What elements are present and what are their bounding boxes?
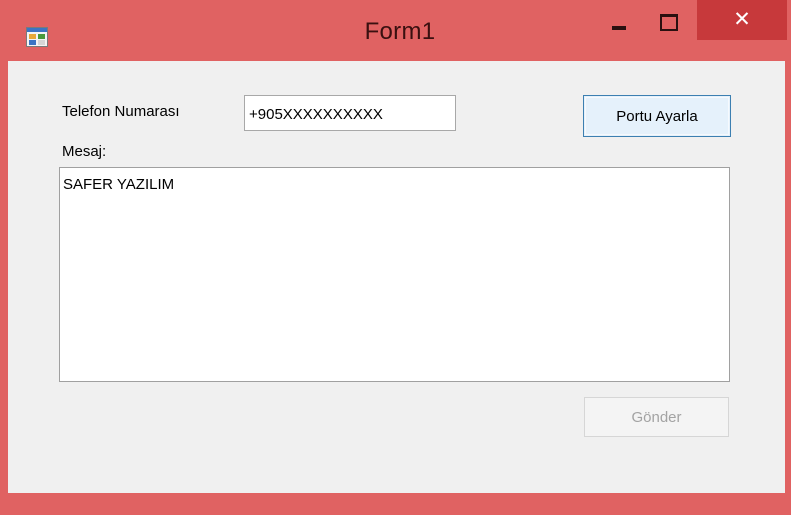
maximize-button[interactable] (645, 0, 697, 40)
set-port-button[interactable]: Portu Ayarla (583, 95, 731, 137)
form-client-area: Telefon Numarası Portu Ayarla Mesaj: SAF… (8, 61, 785, 493)
minimize-icon (612, 26, 626, 30)
close-button[interactable]: ✕ (697, 0, 787, 40)
title-bar[interactable]: Form1 ✕ (0, 0, 791, 60)
close-icon: ✕ (733, 7, 751, 31)
phone-number-label: Telefon Numarası (62, 103, 180, 120)
form1-window: Form1 ✕ Telefon Numarası Portu Ayarla Me… (0, 0, 791, 515)
send-button[interactable]: Gönder (584, 397, 729, 437)
maximize-icon (660, 14, 678, 31)
message-textarea[interactable]: SAFER YAZILIM (59, 167, 730, 382)
minimize-button[interactable] (597, 0, 645, 40)
message-label: Mesaj: (62, 143, 107, 160)
phone-number-input[interactable] (244, 95, 456, 131)
